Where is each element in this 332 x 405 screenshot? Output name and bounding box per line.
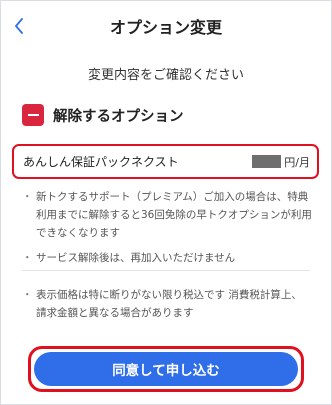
option-row: あんしん保証パックネクスト 円/月 xyxy=(12,144,319,179)
list-item: 表示価格は特に断りがない限り税込です 消費税計算上、請求金額と異なる場合がありま… xyxy=(22,286,312,322)
list-item: 新トクするサポート（プレミアム）ご加入の場合は、特典利用までに解除すると36回免… xyxy=(22,188,312,242)
divider xyxy=(22,270,310,271)
page-title: オプション変更 xyxy=(109,18,222,37)
section-title: 解除するオプション xyxy=(53,108,184,125)
minus-square-icon xyxy=(22,104,44,126)
cta-highlight: 同意して申し込む xyxy=(28,346,304,392)
price-redacted xyxy=(252,155,282,168)
agree-apply-button[interactable]: 同意して申し込む xyxy=(34,352,298,386)
tax-notes: 表示価格は特に断りがない限り税込です 消費税計算上、請求金額と異なる場合がありま… xyxy=(22,286,312,322)
option-price: 円/月 xyxy=(252,154,310,170)
notes-list: 新トクするサポート（プレミアム）ご加入の場合は、特典利用までに解除すると36回免… xyxy=(22,188,312,267)
section-header: 解除するオプション xyxy=(22,104,184,126)
price-unit: 円/月 xyxy=(284,155,310,169)
option-name: あんしん保証パックネクスト xyxy=(23,155,179,169)
lead-text: 変更内容をご確認ください xyxy=(87,68,244,83)
header: オプション変更 xyxy=(0,0,332,52)
list-item: サービス解除後は、再加入いただけません xyxy=(22,249,312,267)
